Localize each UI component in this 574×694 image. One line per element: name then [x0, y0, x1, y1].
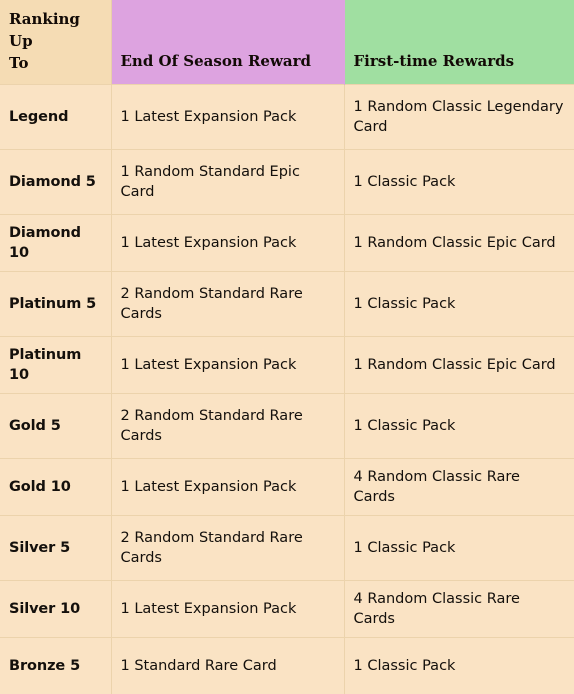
table-cell-rank: Gold 10 — [0, 458, 112, 516]
table-row: Silver 10 1 Latest Expansion Pack 4 Random… — [0, 580, 574, 638]
table-cell-season: 1 Random Standard Epic Card — [111, 149, 345, 215]
table-cell-first: 1 Random Classic Legendary Card — [344, 84, 574, 150]
table-cell-rank: Silver 5 — [0, 515, 112, 581]
header-row: Ranking Up To End Of Season Reward First… — [0, 0, 574, 85]
table-row: Silver 52 Random Standard Rare Cards 1 Cl… — [0, 515, 574, 581]
table-cell-season: 1 Latest Expansion Pack — [111, 458, 345, 516]
table-cell-first: 4 Random Classic Rare Cards — [344, 580, 574, 638]
table-row: Bronze 51 Standard Rare Card 1 Classic Pa… — [0, 637, 574, 694]
table-cell-rank: Silver 10 — [0, 580, 112, 638]
table-cell-season: 1 Latest Expansion Pack — [111, 214, 345, 272]
table-cell-rank: Bronze 5 — [0, 637, 112, 694]
column-header-end-of-season-reward: End Of Season Reward — [111, 0, 345, 85]
table-cell-rank: Diamond 10 — [0, 214, 112, 272]
column-header-ranking-up-to-line1: Ranking Up — [9, 10, 80, 50]
table-cell-first: 1 Classic Pack — [344, 515, 574, 581]
table-cell-first: 1 Classic Pack — [344, 149, 574, 215]
column-header-ranking-up-to-line2: To — [9, 53, 29, 72]
table-row: Platinum 52 Random Standard Rare Cards 1 … — [0, 271, 574, 337]
table-cell-season: 1 Latest Expansion Pack — [111, 84, 345, 150]
table-cell-season: 1 Latest Expansion Pack — [111, 336, 345, 394]
table-cell-season: 1 Standard Rare Card — [111, 637, 345, 694]
table-cell-rank: Platinum 10 — [0, 336, 112, 394]
table-row: Platinum 10 1 Latest Expansion Pack 1 Rand… — [0, 336, 574, 394]
column-header-ranking-up-to: Ranking Up To — [0, 0, 112, 85]
table-cell-season: 1 Latest Expansion Pack — [111, 580, 345, 638]
table-cell-first: 4 Random Classic Rare Cards — [344, 458, 574, 516]
table-row: Legend 1 Latest Expansion Pack 1 Random Cl… — [0, 84, 574, 150]
table-cell-rank: Gold 5 — [0, 393, 112, 459]
table-row: Gold 10 1 Latest Expansion Pack 4 Random C… — [0, 458, 574, 516]
table-cell-season: 2 Random Standard Rare Cards — [111, 271, 345, 337]
table-header: Ranking Up To End Of Season Reward First… — [0, 0, 574, 85]
table-row: Gold 52 Random Standard Rare Cards 1 Clas… — [0, 393, 574, 459]
table-row: Diamond 10 1 Latest Expansion Pack 1 Rando… — [0, 214, 574, 272]
table-cell-first: 1 Classic Pack — [344, 637, 574, 694]
table-cell-first: 1 Random Classic Epic Card — [344, 214, 574, 272]
table-cell-first: 1 Classic Pack — [344, 393, 574, 459]
column-header-first-time-rewards-label: First-time Rewards — [353, 51, 515, 70]
column-header-end-of-season-reward-label: End Of Season Reward — [120, 51, 312, 70]
table-cell-first: 1 Classic Pack — [344, 271, 574, 337]
table-cell-season: 2 Random Standard Rare Cards — [111, 515, 345, 581]
table-cell-rank: Diamond 5 — [0, 149, 112, 215]
table-row: Diamond 51 Random Standard Epic Card 1 Cl… — [0, 149, 574, 215]
column-header-first-time-rewards: First-time Rewards — [344, 0, 574, 85]
table-cell-rank: Platinum 5 — [0, 271, 112, 337]
table-body: Legend 1 Latest Expansion Pack 1 Random Cl… — [0, 84, 574, 694]
table-cell-season: 2 Random Standard Rare Cards — [111, 393, 345, 459]
table-cell-first: 1 Random Classic Epic Card — [344, 336, 574, 394]
table-cell-rank: Legend — [0, 84, 112, 150]
rank-rewards-table: Ranking Up To End Of Season Reward First… — [0, 0, 574, 694]
